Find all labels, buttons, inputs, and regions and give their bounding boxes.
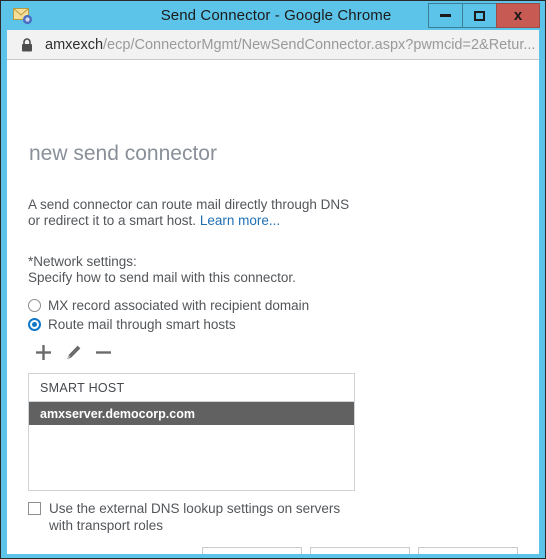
mail-connector-icon <box>13 7 33 25</box>
back-button[interactable]: Back <box>202 547 302 554</box>
url-host: amxexch <box>45 36 104 53</box>
radio-smart-hosts-indicator[interactable] <box>28 318 41 331</box>
footer-buttons: Back Next Cancel <box>7 547 539 554</box>
radio-smart-hosts-label: Route mail through smart hosts <box>48 317 236 332</box>
radio-mx-record-label: MX record associated with recipient doma… <box>48 298 310 313</box>
url-text: amxexch/ecp/ConnectorMgmt/NewSendConnect… <box>45 37 535 53</box>
edit-pencil-icon <box>65 344 82 366</box>
lock-icon <box>21 37 33 52</box>
intro-text: A send connector can route mail directly… <box>28 197 358 229</box>
page-title: new send connector <box>29 142 217 165</box>
table-row[interactable]: amxserver.democorp.com <box>29 402 354 425</box>
radio-smart-hosts[interactable]: Route mail through smart hosts <box>28 317 236 332</box>
smart-host-column-label: SMART HOST <box>40 380 125 395</box>
network-settings-label: *Network settings: <box>28 254 137 269</box>
close-button[interactable]: x <box>496 3 540 28</box>
smart-host-value: amxserver.democorp.com <box>40 406 195 421</box>
next-button[interactable]: Next <box>310 547 410 554</box>
close-icon: x <box>513 7 523 24</box>
smart-host-list[interactable]: amxserver.democorp.com <box>28 402 355 491</box>
remove-smart-host-button[interactable] <box>88 342 118 368</box>
add-smart-host-button[interactable] <box>28 342 58 368</box>
maximize-icon <box>474 10 485 21</box>
external-dns-checkbox-label: Use the external DNS lookup settings on … <box>49 501 341 533</box>
intro-body: A send connector can route mail directly… <box>28 197 350 228</box>
add-icon <box>35 344 52 366</box>
smart-host-column-header[interactable]: SMART HOST <box>28 373 355 402</box>
remove-icon <box>95 344 112 366</box>
url-path: /ecp/ConnectorMgmt/NewSendConnector.aspx… <box>103 36 536 53</box>
network-settings-sublabel: Specify how to send mail with this conne… <box>28 270 296 285</box>
address-bar[interactable]: amxexch/ecp/ConnectorMgmt/NewSendConnect… <box>7 30 539 60</box>
edit-smart-host-button[interactable] <box>58 342 88 368</box>
smart-host-table: SMART HOST amxserver.democorp.com <box>28 373 355 491</box>
cancel-button[interactable]: Cancel <box>418 547 518 554</box>
external-dns-checkbox[interactable] <box>28 502 41 515</box>
minimize-button[interactable] <box>428 3 462 28</box>
browser-window: Send Connector - Google Chrome x amxexch… <box>0 0 546 559</box>
page-content: new send connector A send connector can … <box>7 60 539 554</box>
radio-mx-record[interactable]: MX record associated with recipient doma… <box>28 298 309 313</box>
minimize-icon <box>440 14 451 17</box>
radio-mx-record-indicator[interactable] <box>28 299 41 312</box>
title-bar[interactable]: Send Connector - Google Chrome x <box>1 1 545 30</box>
learn-more-link[interactable]: Learn more... <box>200 213 280 228</box>
smart-host-toolbar <box>28 342 118 368</box>
window-controls: x <box>428 3 540 28</box>
external-dns-checkbox-row[interactable]: Use the external DNS lookup settings on … <box>28 500 348 534</box>
maximize-button[interactable] <box>462 3 496 28</box>
